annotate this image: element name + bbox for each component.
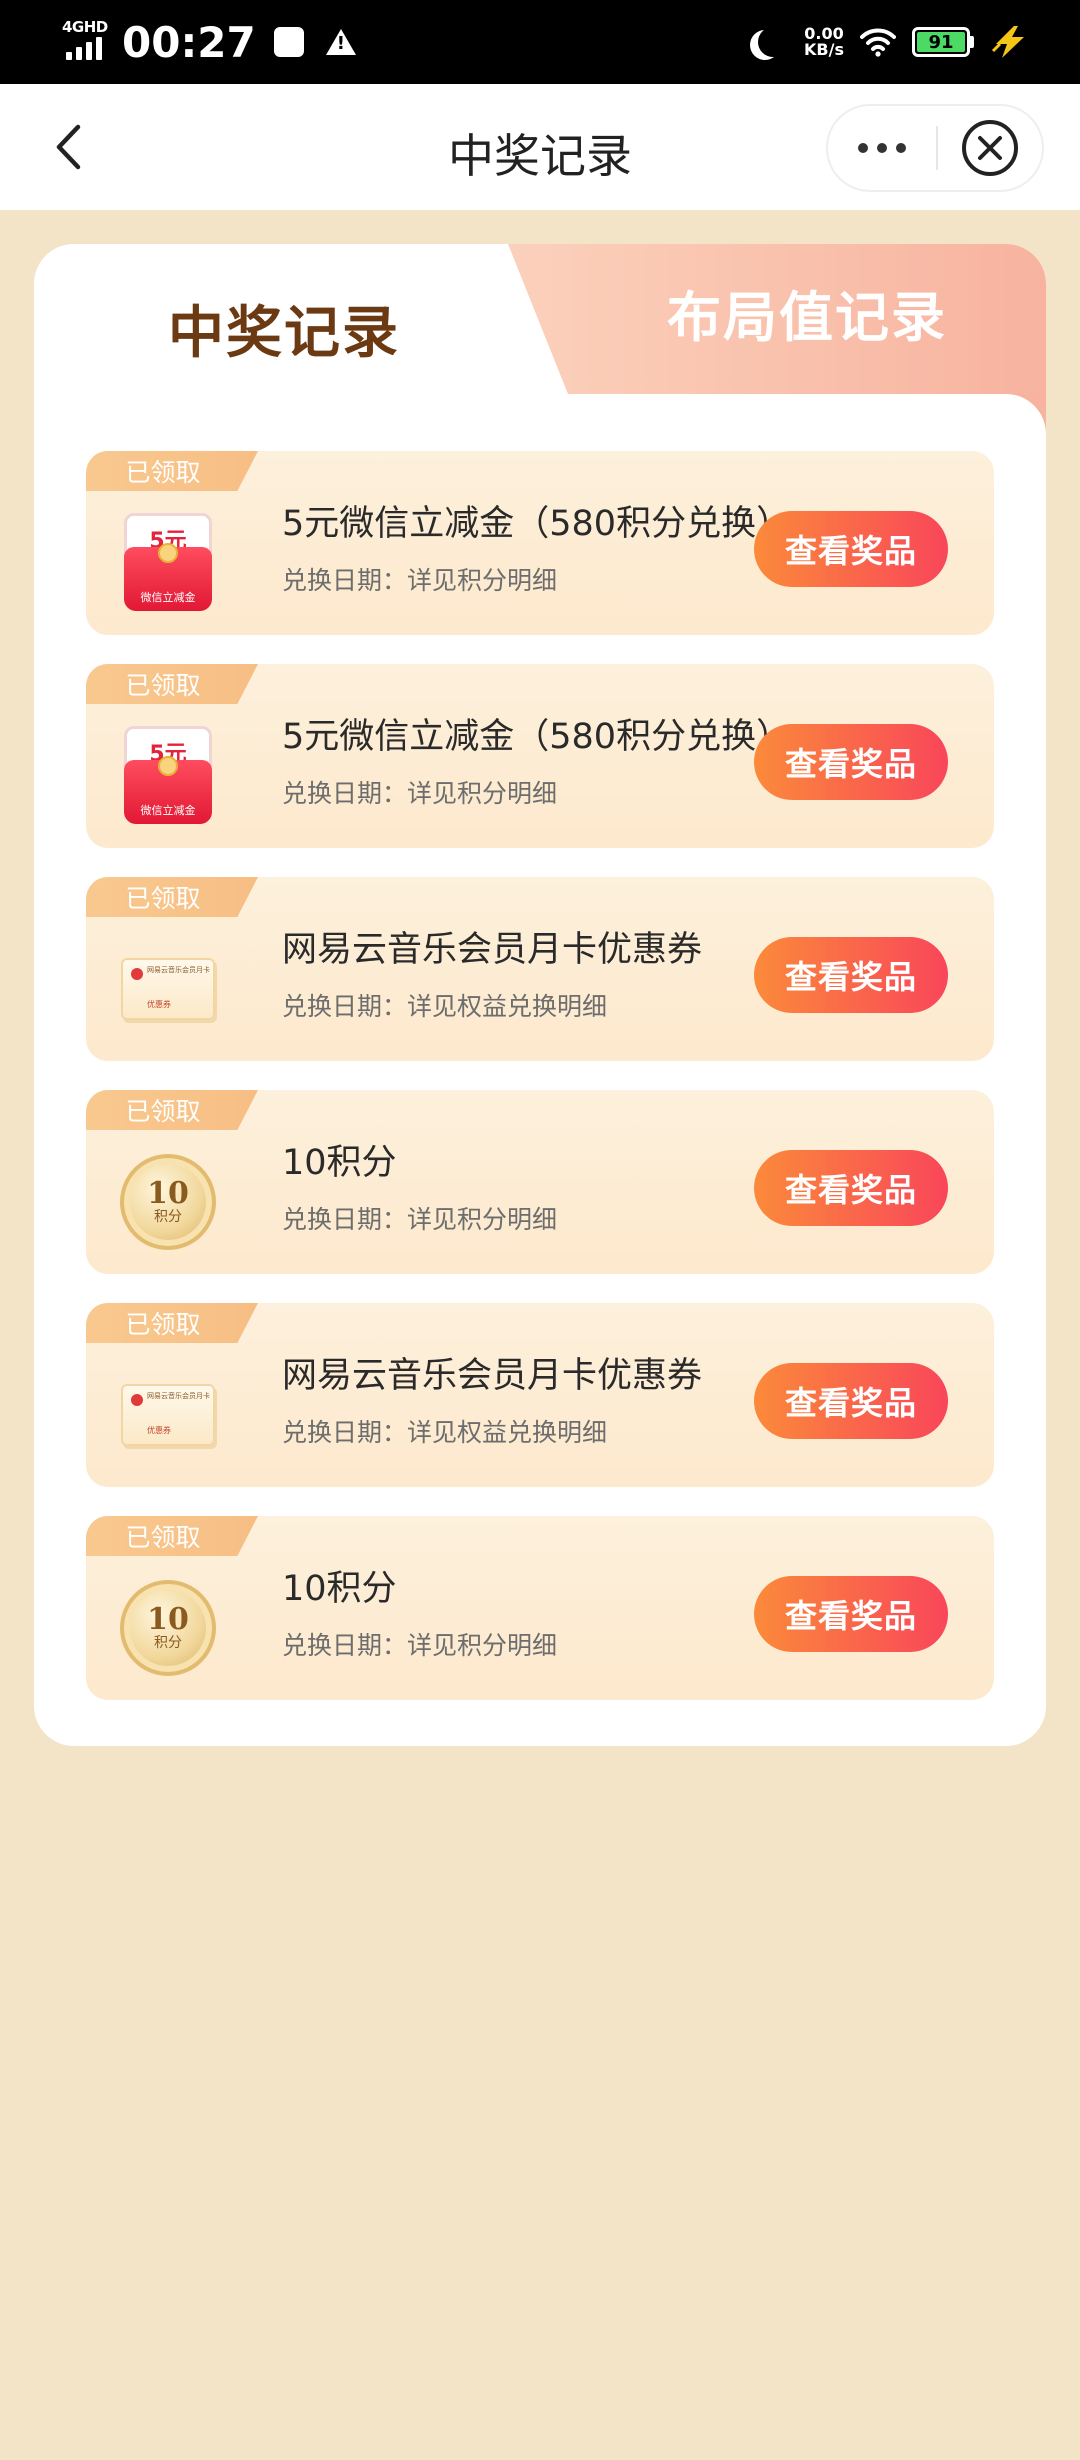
coupon-name: 网易云音乐会员月卡	[147, 1392, 210, 1400]
points-coin-image: 10 积分	[116, 1576, 220, 1680]
music-logo-icon	[131, 1394, 143, 1406]
wifi-icon	[860, 28, 896, 57]
record-item: 已领取 10 积分 10积分 兑换日期：详见积分明细 查看奖品	[86, 1516, 994, 1700]
redeem-date: 兑换日期：详见积分明细	[282, 1205, 558, 1234]
tab-winning-records[interactable]: 中奖记录	[34, 244, 534, 414]
more-button[interactable]	[828, 106, 936, 190]
view-prize-button[interactable]: 查看奖品	[754, 724, 948, 800]
view-prize-button[interactable]: 查看奖品	[754, 937, 948, 1013]
record-item: 已领取 5元 微信立减金 5元微信立减金（580积分兑换） 兑换日期：详见积分明…	[86, 451, 994, 635]
close-circle-icon	[962, 120, 1018, 176]
red-envelope-image: 5元 微信立减金	[116, 511, 220, 615]
charging-bolt-icon	[991, 26, 1024, 58]
net-speed: 0.00 KB/s	[804, 26, 844, 58]
do-not-disturb-moon-icon	[758, 27, 788, 57]
cell-signal-icon: 4GHD	[60, 18, 112, 64]
network-type: 4GHD	[62, 18, 108, 36]
status-left: 4GHD 00:27	[60, 18, 356, 67]
record-item: 已领取 网易云音乐会员月卡 优惠券 网易云音乐会员月卡优惠券 兑换日期：详见权益…	[86, 1303, 994, 1487]
prize-title: 5元微信立减金（580积分兑换）	[282, 504, 792, 544]
redeem-date: 兑换日期：详见积分明细	[282, 779, 558, 808]
redeem-date: 兑换日期：详见权益兑换明细	[282, 1418, 608, 1447]
net-speed-unit: KB/s	[804, 40, 844, 59]
battery-level: 91	[917, 32, 965, 53]
warning-icon	[325, 29, 356, 55]
view-prize-button[interactable]: 查看奖品	[754, 1150, 948, 1226]
redeem-date: 兑换日期：详见积分明细	[282, 566, 558, 595]
view-prize-button[interactable]: 查看奖品	[754, 511, 948, 587]
redeem-date: 兑换日期：详见权益兑换明细	[282, 992, 608, 1021]
coin-value: 10	[147, 1602, 189, 1637]
coupon-image: 网易云音乐会员月卡 优惠券	[116, 937, 220, 1041]
prize-title: 10积分	[282, 1143, 397, 1183]
view-prize-button[interactable]: 查看奖品	[754, 1363, 948, 1439]
claimed-badge: 已领取	[86, 1303, 258, 1343]
notification-app-icon	[273, 27, 304, 57]
points-coin-image: 10 积分	[116, 1150, 220, 1254]
envelope-label: 微信立减金	[140, 804, 196, 817]
prize-title: 5元微信立减金（580积分兑换）	[282, 717, 792, 757]
status-bar: 4GHD 00:27 0.00 KB/s 91	[0, 0, 1080, 84]
claimed-badge: 已领取	[86, 664, 258, 704]
tab-label: 中奖记录	[168, 300, 400, 366]
clock: 00:27	[122, 17, 256, 67]
record-item: 已领取 5元 微信立减金 5元微信立减金（580积分兑换） 兑换日期：详见积分明…	[86, 664, 994, 848]
coin-unit: 积分	[154, 1635, 182, 1651]
tab-layout-value-records[interactable]: 布局值记录	[508, 244, 1046, 394]
claimed-badge: 已领取	[86, 451, 258, 491]
records-list: 已领取 5元 微信立减金 5元微信立减金（580积分兑换） 兑换日期：详见积分明…	[86, 451, 994, 1729]
records-card: 布局值记录 中奖记录 已领取 5元 微信立减金 5元微信立减金（580积分兑换）…	[34, 244, 1046, 1746]
coupon-label: 优惠券	[147, 1426, 171, 1435]
red-envelope-image: 5元 微信立减金	[116, 724, 220, 828]
coin-value: 10	[147, 1176, 189, 1211]
coupon-image: 网易云音乐会员月卡 优惠券	[116, 1363, 220, 1467]
claimed-badge: 已领取	[86, 1516, 258, 1556]
coupon-name: 网易云音乐会员月卡	[147, 966, 210, 974]
coin-unit: 积分	[154, 1209, 182, 1225]
music-logo-icon	[131, 968, 143, 980]
miniapp-capsule	[826, 104, 1044, 192]
close-miniapp-button[interactable]	[938, 106, 1042, 190]
claimed-badge: 已领取	[86, 1090, 258, 1130]
prize-title: 10积分	[282, 1569, 397, 1609]
nav-bar: 中奖记录	[0, 84, 1080, 210]
battery-icon: 91	[912, 27, 974, 57]
more-dots-icon	[858, 143, 868, 153]
redeem-date: 兑换日期：详见积分明细	[282, 1631, 558, 1660]
prize-title: 网易云音乐会员月卡优惠券	[282, 930, 703, 970]
record-item: 已领取 10 积分 10积分 兑换日期：详见积分明细 查看奖品	[86, 1090, 994, 1274]
status-right: 0.00 KB/s 91	[750, 25, 1030, 59]
coupon-label: 优惠券	[147, 1000, 171, 1009]
envelope-label: 微信立减金	[140, 591, 196, 604]
prize-title: 网易云音乐会员月卡优惠券	[282, 1356, 703, 1396]
record-item: 已领取 网易云音乐会员月卡 优惠券 网易云音乐会员月卡优惠券 兑换日期：详见权益…	[86, 877, 994, 1061]
tab-label: 布局值记录	[667, 285, 947, 349]
view-prize-button[interactable]: 查看奖品	[754, 1576, 948, 1652]
claimed-badge: 已领取	[86, 877, 258, 917]
